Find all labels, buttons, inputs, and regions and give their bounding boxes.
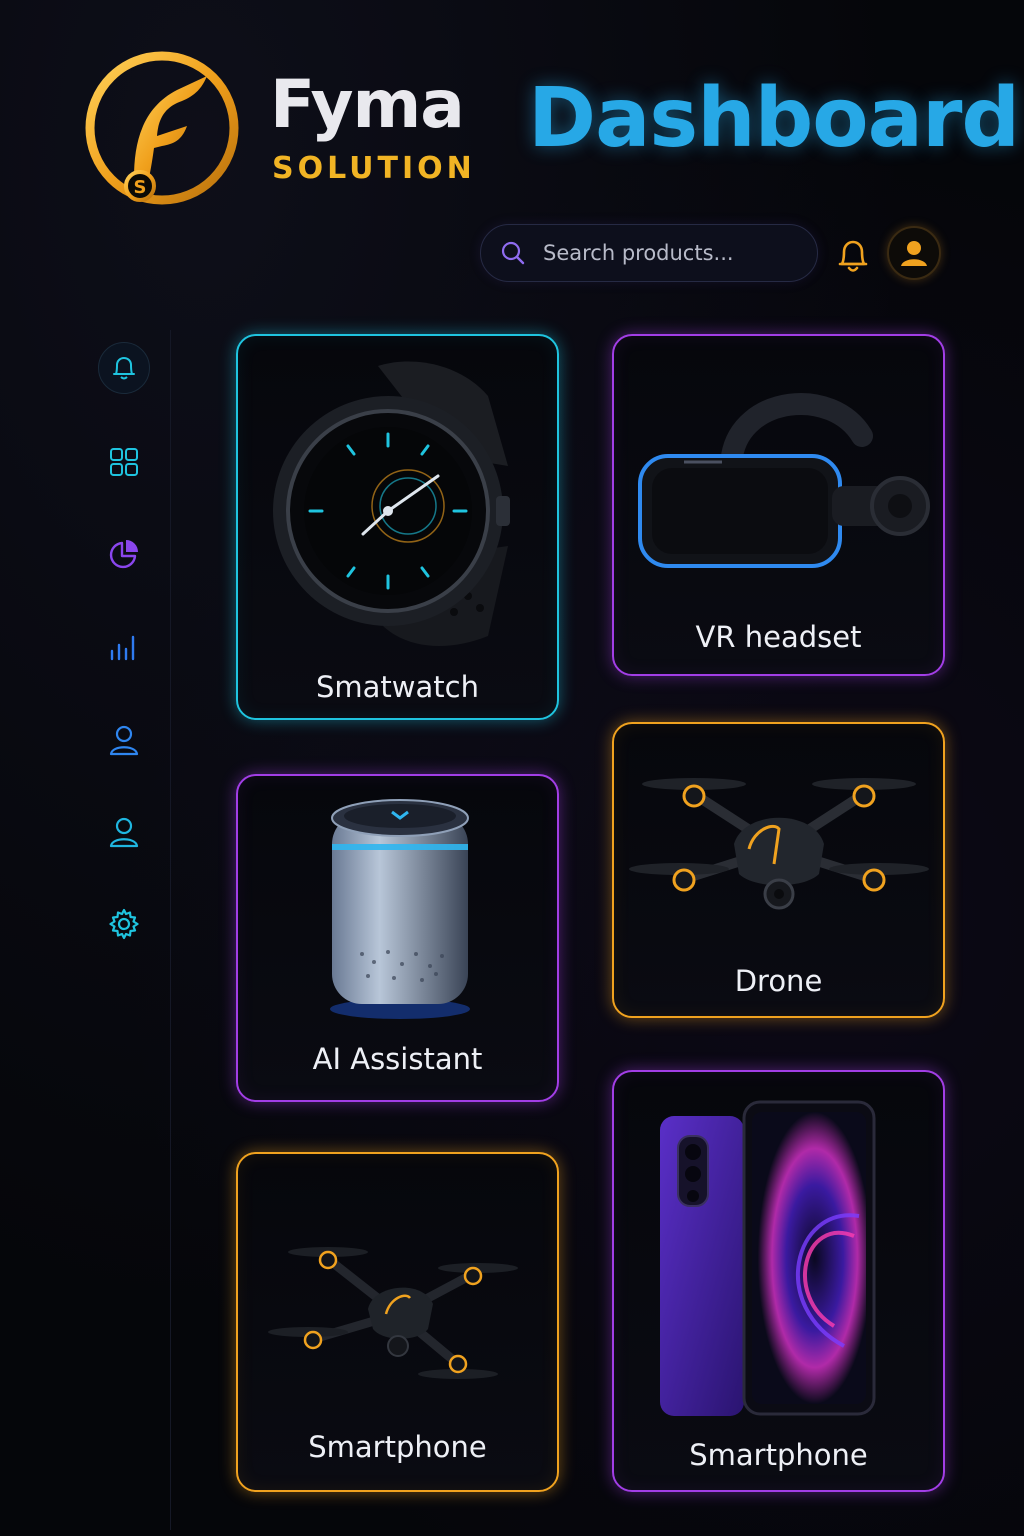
product-label: Drone (734, 964, 823, 998)
product-card-ai-assistant[interactable]: AI Assistant (236, 774, 559, 1102)
product-label: Smartphone (689, 1438, 868, 1472)
product-card-vr-headset[interactable]: VR headset (612, 334, 945, 676)
dashboard-page: S Fyma SOLUTION Dashboard Search product… (0, 0, 1024, 1536)
brand-subtitle: SOLUTION (272, 151, 476, 186)
user-icon (109, 725, 139, 756)
bell-icon (113, 356, 135, 380)
drone-image (268, 1247, 518, 1379)
search-bar[interactable] (480, 224, 818, 282)
vr-headset-image (638, 393, 930, 568)
product-card-drone[interactable]: Drone (612, 722, 945, 1018)
user-icon (901, 241, 927, 266)
smartwatch-image (273, 361, 510, 646)
logo-icon: S (85, 51, 239, 205)
user-icon (109, 817, 139, 848)
sidebar-item-notifications[interactable] (98, 342, 150, 394)
product-label: AI Assistant (312, 1042, 483, 1076)
pie-chart-icon (109, 540, 138, 569)
sidebar-item-settings[interactable] (98, 898, 150, 950)
smart-speaker-image (330, 799, 470, 1019)
product-card-smartphone[interactable]: Smartphone (236, 1152, 559, 1492)
sidebar-item-analytics[interactable] (98, 528, 150, 580)
gear-icon (109, 908, 139, 940)
product-card-smartphone[interactable]: Smartphone (612, 1070, 945, 1492)
drone-image (629, 778, 929, 910)
svg-text:S: S (134, 177, 147, 198)
search-input[interactable] (541, 240, 795, 266)
product-label: VR headset (695, 620, 862, 654)
sidebar-item-users[interactable] (98, 714, 150, 766)
sidebar-item-profile[interactable] (98, 806, 150, 858)
notification-bell-icon[interactable] (834, 236, 872, 276)
sidebar (80, 330, 171, 1530)
grid-icon (110, 448, 138, 476)
bar-chart-icon (110, 635, 135, 661)
product-label: Smartphone (308, 1430, 487, 1464)
search-icon (501, 241, 525, 265)
user-avatar[interactable] (887, 226, 941, 280)
sidebar-item-reports[interactable] (98, 622, 150, 674)
page-title: Dashboard (528, 71, 1020, 166)
smartphone-image (660, 1100, 876, 1416)
product-card-smartwatch[interactable]: Smatwatch (236, 334, 559, 720)
brand-name: Fyma (270, 66, 465, 143)
sidebar-item-dashboard[interactable] (98, 436, 150, 488)
product-label: Smatwatch (316, 670, 479, 704)
